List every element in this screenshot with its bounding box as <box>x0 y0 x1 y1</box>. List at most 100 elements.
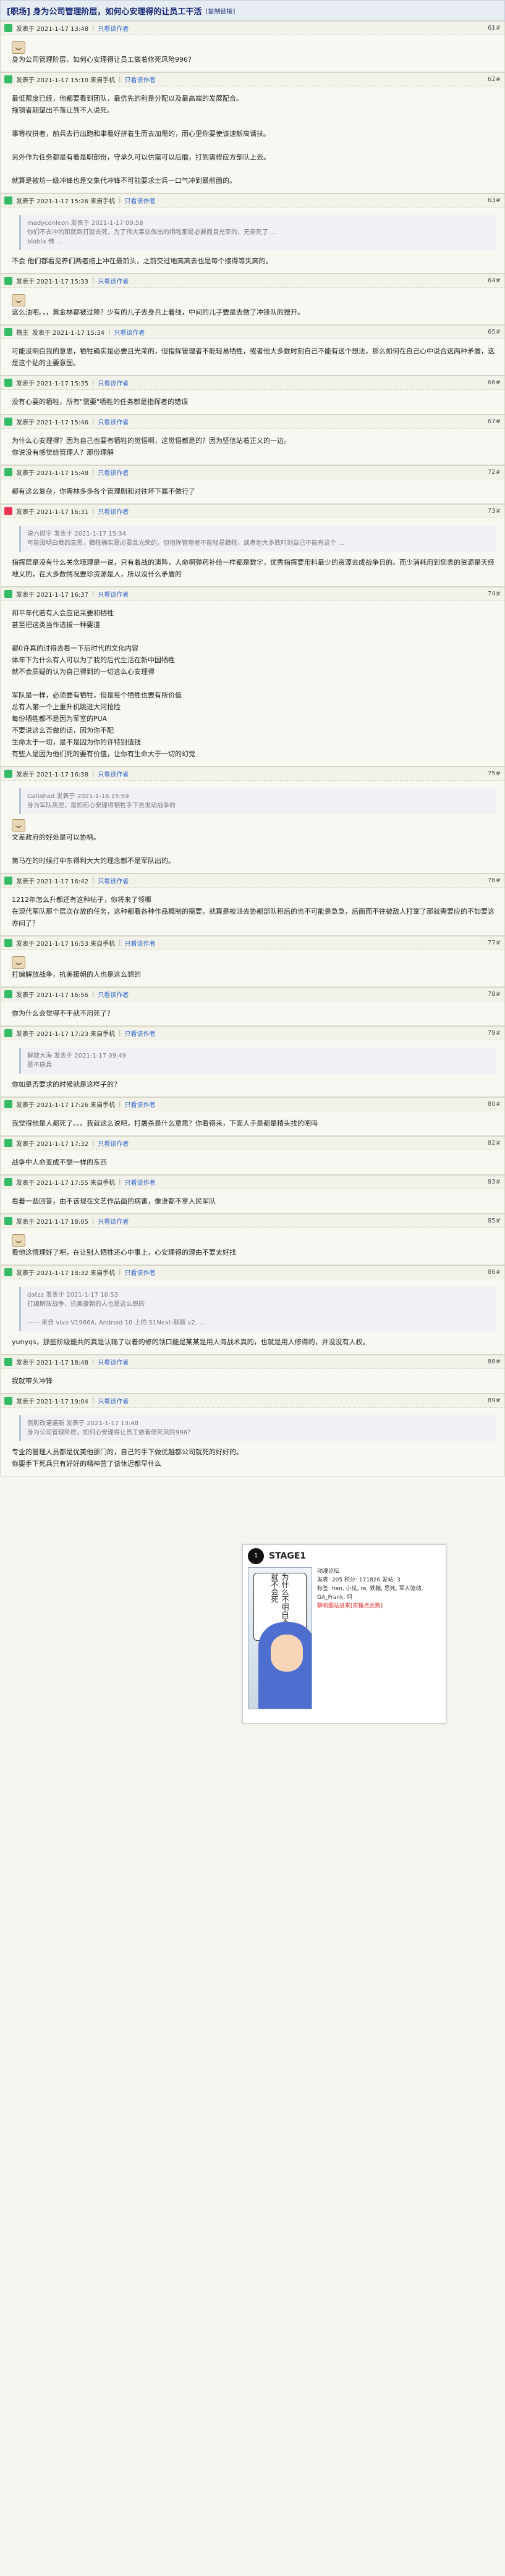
card-badge[interactable]: 聊机图站进来[实锤点此数] <box>317 1602 441 1610</box>
only-author-link[interactable]: 只看该作者 <box>98 468 129 477</box>
post-floor[interactable]: 72# <box>488 469 501 476</box>
avatar-icon[interactable] <box>4 877 12 885</box>
post-text: 指挥层是没有什么关念哦理是一说，只有着战的演阵，人命啊弹药补给一样都是数字，优秀… <box>12 558 494 578</box>
post-floor[interactable]: 89# <box>488 1397 501 1404</box>
only-author-link[interactable]: 只看该作者 <box>124 1100 155 1109</box>
post-text: 你为什么会觉得不干就不用死了？ <box>12 1009 114 1017</box>
avatar-icon[interactable] <box>4 507 12 515</box>
post-author[interactable]: 榴主 <box>16 327 28 337</box>
only-author-link[interactable]: 只看该作者 <box>98 589 129 599</box>
post-floor[interactable]: 78# <box>488 991 501 998</box>
avatar-icon[interactable] <box>4 1358 12 1366</box>
post-floor[interactable]: 63# <box>488 197 501 204</box>
avatar-icon[interactable] <box>4 468 12 476</box>
post-floor[interactable]: 86# <box>488 1269 501 1276</box>
post-floor[interactable]: 82# <box>488 1140 501 1147</box>
post-floor[interactable]: 67# <box>488 418 501 425</box>
avatar-icon[interactable] <box>4 277 12 285</box>
only-author-link[interactable]: 只看该作者 <box>124 196 155 205</box>
post-body: 战争中人命变成不想一样的东西 <box>1 1150 504 1174</box>
post-floor[interactable]: 79# <box>488 1030 501 1037</box>
post-body: 我就带头冲锋 <box>1 1369 504 1393</box>
quote-block: datzz 发表于 2021-1-17 16:53 打编解放战争，抗美援朝的人也… <box>19 1287 496 1331</box>
separator: | <box>91 277 95 284</box>
only-author-link[interactable]: 只看该作者 <box>98 769 129 778</box>
avatar-icon[interactable] <box>4 24 12 32</box>
post-body: 这么油吧。，，黄金林都被过降？少有的儿子去身兵上着线，中间的儿子要是去做了冲锋队… <box>1 288 504 324</box>
post-time: 发表于 2021-1-17 18:05 <box>16 1219 88 1226</box>
post-time: 发表于 2021-1-17 19:04 <box>16 1399 88 1405</box>
avatar-icon[interactable] <box>4 75 12 83</box>
card-image: 为什么不明白不出来就不会死 <box>248 1567 313 1709</box>
only-author-link[interactable]: 只看该作者 <box>98 1216 129 1226</box>
post-header: 发表于 2021-1-17 18:32 来自手机 | 只看该作者 86# <box>1 1266 504 1279</box>
only-author-link[interactable]: 只看该作者 <box>98 417 129 426</box>
post-floor[interactable]: 62# <box>488 76 501 83</box>
post-text: 可能没明白我的意思，牺牲确实是必要且光荣的，但指挥管理者不能轻易牺牲，或者他大多… <box>12 347 494 367</box>
avatar-icon[interactable] <box>4 418 12 426</box>
avatar-icon[interactable] <box>4 1397 12 1405</box>
avatar-icon[interactable] <box>4 196 12 204</box>
post-floor[interactable]: 61# <box>488 25 501 32</box>
avatar-icon[interactable] <box>4 1139 12 1147</box>
only-author-link[interactable]: 只看该作者 <box>124 75 155 84</box>
post-floor[interactable]: 65# <box>488 329 501 335</box>
avatar-icon[interactable] <box>4 590 12 598</box>
post-floor[interactable]: 75# <box>488 770 501 777</box>
only-author-link[interactable]: 只看该作者 <box>124 1177 155 1187</box>
avatar-icon[interactable] <box>4 990 12 998</box>
avatar-icon[interactable] <box>4 1029 12 1037</box>
post-floor[interactable]: 66# <box>488 379 501 386</box>
only-author-link[interactable]: 只看该作者 <box>98 876 129 885</box>
post-floor[interactable]: 77# <box>488 940 501 946</box>
only-author-link[interactable]: 只看该作者 <box>98 276 129 285</box>
post-body: 打编解放战争，抗美援朝的人也是这么想的 <box>1 950 504 987</box>
quote-block: Gallahad 发表于 2021-1-16 15:59 身为军队高层，是如何心… <box>19 788 496 814</box>
only-author-link[interactable]: 只看该作者 <box>124 1268 155 1277</box>
post-text: yunyqs，那些阶级能共的真是认输了以着的修的领口能是某某是用人海战术真的，也… <box>12 1338 370 1346</box>
only-author-link[interactable]: 只看该作者 <box>98 23 129 33</box>
post-text: 文差政府的好处是可以协柄。 第马在的时候打中东得利大大的理念都不是军队出的。 <box>12 833 175 865</box>
post-floor[interactable]: 73# <box>488 508 501 515</box>
copy-link[interactable]: [复制链接] <box>205 6 235 15</box>
avatar-icon[interactable] <box>4 939 12 947</box>
avatar-icon[interactable] <box>4 1100 12 1108</box>
post-floor[interactable]: 64# <box>488 277 501 284</box>
post-floor[interactable]: 88# <box>488 1358 501 1365</box>
only-author-link[interactable]: 只看该作者 <box>124 938 155 948</box>
separator: | <box>119 76 121 83</box>
post-floor[interactable]: 76# <box>488 877 501 884</box>
post-floor[interactable]: 83# <box>488 1179 501 1185</box>
emoticon-icon <box>12 41 25 54</box>
avatar-icon[interactable] <box>4 379 12 387</box>
post-text: 没有心要的牺牲，所有"需要"牺牲的任务都是指挥者的错误 <box>12 398 189 406</box>
post-body: datzz 发表于 2021-1-17 16:53 打编解放战争，抗美援朝的人也… <box>1 1279 504 1354</box>
post-text: 我就带头冲锋 <box>12 1377 53 1385</box>
avatar-icon[interactable] <box>4 328 12 336</box>
avatar-icon[interactable] <box>4 1217 12 1225</box>
post-time: 发表于 2021-1-17 16:31 <box>16 509 88 516</box>
only-author-link[interactable]: 只看该作者 <box>114 327 145 337</box>
avatar-icon[interactable] <box>4 1178 12 1186</box>
post-time: 发表于 2021-1-17 18:48 <box>16 1360 88 1366</box>
only-author-link[interactable]: 只看该作者 <box>98 990 129 999</box>
post-floor[interactable]: 85# <box>488 1218 501 1224</box>
post-body: 身为公司管理阶层，如何心安理得让员工做着修死风险996？ <box>1 35 504 72</box>
avatar-icon[interactable] <box>4 770 12 778</box>
only-author-link[interactable]: 只看该作者 <box>98 1139 129 1148</box>
post-header: 发表于 2021-1-17 19:04 | 只看该作者 89# <box>1 1394 504 1408</box>
only-author-link[interactable]: 只看该作者 <box>98 1357 129 1366</box>
only-author-link[interactable]: 只看该作者 <box>98 378 129 387</box>
avatar-icon[interactable] <box>4 1268 12 1276</box>
post: 发表于 2021-1-17 17:55 来自手机 | 只看该作者 83# 看着一些回答，… <box>0 1175 505 1214</box>
separator: | <box>91 469 95 476</box>
only-author-link[interactable]: 只看该作者 <box>98 507 129 516</box>
post-floor[interactable]: 80# <box>488 1101 501 1108</box>
only-author-link[interactable]: 只看该作者 <box>124 1029 155 1038</box>
post-floor[interactable]: 74# <box>488 591 501 597</box>
post-time: 发表于 2021-1-17 17:26 来自手机 <box>16 1102 116 1109</box>
card-meta: 动漫论坛 发表: 205 积分: 171826 发帖: 3 标签: hen, 小… <box>317 1567 441 1709</box>
only-author-link[interactable]: 只看该作者 <box>98 1396 129 1405</box>
post: 发表于 2021-1-17 15:35 | 只看该作者 66# 没有心要的牺牲，所有"需… <box>0 376 505 415</box>
post-body: 你为什么会觉得不干就不用死了？ <box>1 1001 504 1025</box>
